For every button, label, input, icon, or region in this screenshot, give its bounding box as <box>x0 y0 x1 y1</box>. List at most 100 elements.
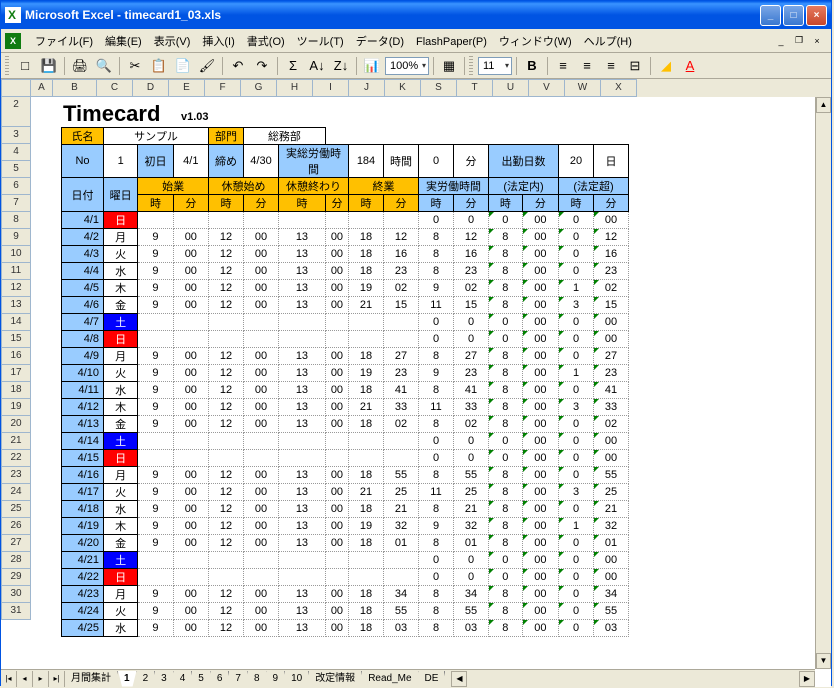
cell[interactable]: 0 <box>419 145 454 178</box>
cell[interactable] <box>349 212 384 229</box>
cell[interactable]: 0 <box>489 569 523 586</box>
cell[interactable]: 0 <box>559 552 594 569</box>
sheet-tab[interactable]: 月間集計 <box>65 671 118 687</box>
cell[interactable] <box>173 314 208 331</box>
column-header[interactable]: W <box>565 79 601 97</box>
cell[interactable]: 00 <box>325 280 348 297</box>
cell[interactable]: 21 <box>384 501 419 518</box>
cell[interactable]: 12 <box>209 382 244 399</box>
cell[interactable]: 4/12 <box>62 399 104 416</box>
cell[interactable]: 0 <box>419 433 454 450</box>
menu-item[interactable]: ウィンドウ(W) <box>493 34 578 50</box>
tab-nav-last-button[interactable]: ▸| <box>49 671 65 687</box>
sheet-tab[interactable]: 6 <box>211 671 230 687</box>
cell[interactable]: 12 <box>454 229 489 246</box>
cell[interactable]: 月 <box>104 348 138 365</box>
cell[interactable]: 13 <box>279 484 326 501</box>
cell[interactable]: 12 <box>209 535 244 552</box>
cell[interactable]: 18 <box>349 603 384 620</box>
cell[interactable]: 0 <box>454 450 489 467</box>
cell[interactable]: 00 <box>325 365 348 382</box>
cell[interactable]: 00 <box>522 467 558 484</box>
cell[interactable]: 00 <box>522 586 558 603</box>
cell[interactable] <box>279 314 326 331</box>
paste-button[interactable]: 📄 <box>172 55 194 77</box>
cell[interactable]: 金 <box>104 535 138 552</box>
cell[interactable]: 13 <box>279 535 326 552</box>
sheet-tab[interactable]: 改定情報 <box>309 671 362 687</box>
cell[interactable]: 8 <box>419 467 454 484</box>
cell[interactable]: 木 <box>104 399 138 416</box>
column-header[interactable]: T <box>457 79 493 97</box>
cell[interactable]: 23 <box>454 365 489 382</box>
cell[interactable]: 0 <box>559 382 594 399</box>
cell[interactable]: 日 <box>104 569 138 586</box>
cell[interactable]: 日付 <box>62 178 104 212</box>
cell[interactable] <box>384 212 419 229</box>
cell[interactable]: 8 <box>489 229 523 246</box>
cell[interactable]: 日 <box>104 331 138 348</box>
column-header[interactable]: B <box>53 79 97 97</box>
cell[interactable]: 0 <box>419 450 454 467</box>
cell[interactable]: 00 <box>325 620 348 637</box>
cell[interactable] <box>244 212 279 229</box>
cell[interactable]: 9 <box>138 603 173 620</box>
cell[interactable] <box>384 314 419 331</box>
cell[interactable]: 4/11 <box>62 382 104 399</box>
row-header[interactable]: 16 <box>1 348 31 365</box>
cell[interactable]: 9 <box>138 518 173 535</box>
cell[interactable]: 0 <box>419 331 454 348</box>
row-header[interactable]: 27 <box>1 535 31 552</box>
cell[interactable]: No <box>62 145 104 178</box>
close-button[interactable]: × <box>806 5 827 26</box>
cell[interactable]: 21 <box>594 501 629 518</box>
fontsize-combo[interactable]: 11 <box>478 57 512 75</box>
cell[interactable]: 11 <box>419 399 454 416</box>
sheet-tab[interactable]: 1 <box>118 671 137 687</box>
cell[interactable]: 8 <box>419 263 454 280</box>
cell[interactable]: 11 <box>419 297 454 314</box>
cell[interactable]: 日 <box>104 450 138 467</box>
row-header[interactable]: 19 <box>1 399 31 416</box>
cell[interactable]: 3 <box>559 297 594 314</box>
cell[interactable]: 00 <box>325 382 348 399</box>
cell[interactable]: 23 <box>384 365 419 382</box>
cell[interactable]: (法定超) <box>559 178 629 195</box>
row-header[interactable]: 2 <box>1 97 31 127</box>
cell[interactable]: 0 <box>559 263 594 280</box>
cell[interactable]: 4/1 <box>173 145 208 178</box>
cell[interactable] <box>279 569 326 586</box>
cell[interactable]: 0 <box>559 314 594 331</box>
column-header[interactable]: V <box>529 79 565 97</box>
cell[interactable]: 0 <box>559 535 594 552</box>
cell[interactable]: 火 <box>104 603 138 620</box>
cell[interactable]: 0 <box>489 450 523 467</box>
cell[interactable] <box>173 552 208 569</box>
cell[interactable]: 9 <box>419 280 454 297</box>
sheet-tab[interactable]: 10 <box>285 671 309 687</box>
cell[interactable]: 02 <box>454 280 489 297</box>
cell[interactable] <box>349 450 384 467</box>
cell[interactable]: 00 <box>244 297 279 314</box>
cell[interactable]: 4/1 <box>62 212 104 229</box>
cell[interactable] <box>209 433 244 450</box>
cell[interactable]: 00 <box>173 399 208 416</box>
cell[interactable]: 8 <box>489 501 523 518</box>
cell[interactable]: 00 <box>244 229 279 246</box>
cell[interactable]: 00 <box>244 603 279 620</box>
cell[interactable] <box>209 552 244 569</box>
maximize-button[interactable]: □ <box>783 5 804 26</box>
cell[interactable] <box>244 569 279 586</box>
column-header[interactable]: H <box>277 79 313 97</box>
cell[interactable]: 16 <box>384 246 419 263</box>
cell[interactable]: 4/4 <box>62 263 104 280</box>
cell[interactable]: 0 <box>559 586 594 603</box>
cell[interactable]: 16 <box>454 246 489 263</box>
row-header[interactable]: 23 <box>1 467 31 484</box>
cell[interactable]: 00 <box>522 433 558 450</box>
cell[interactable]: 0 <box>489 331 523 348</box>
cell[interactable]: 日 <box>104 212 138 229</box>
cell[interactable]: 4/15 <box>62 450 104 467</box>
row-header[interactable]: 22 <box>1 450 31 467</box>
cell[interactable]: 0 <box>419 212 454 229</box>
